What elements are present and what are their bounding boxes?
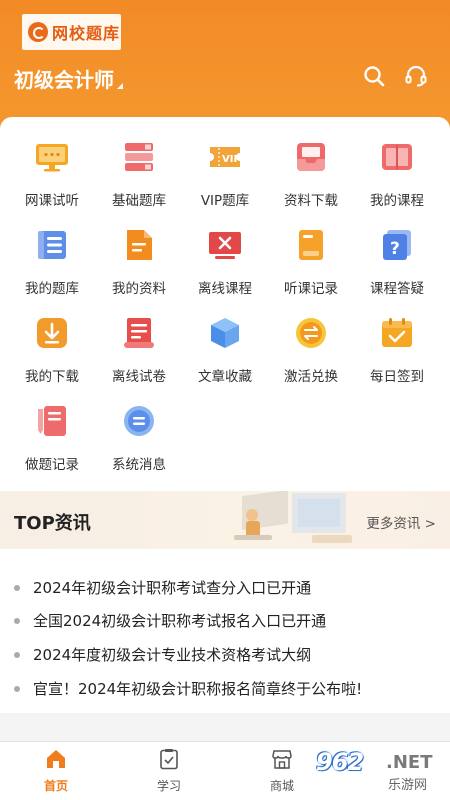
app-logo: 网校题库	[22, 14, 121, 50]
grid-item-label: 我的资料	[112, 281, 166, 297]
tab-label: 商城	[269, 779, 294, 793]
grid-item-label: 离线试卷	[112, 369, 166, 385]
logo-text: 网校题库	[52, 24, 121, 43]
news-list: 2024年初级会计职称考试查分入口已开通 全国2024初级会计职称考试报名入口已…	[0, 549, 450, 713]
tab-study[interactable]: 学习	[139, 748, 199, 794]
grid-item-label: 我的题库	[25, 281, 79, 297]
grid-item-label: 离线课程	[198, 281, 252, 297]
site-watermark: 962 .NET 乐游网	[312, 748, 448, 794]
grid-item-practice-records[interactable]: 做题记录	[9, 403, 95, 483]
reading-illustration	[234, 491, 352, 543]
search-icon[interactable]	[362, 64, 386, 88]
inbox-download-icon	[297, 143, 325, 171]
grid-item-my-courses[interactable]: 我的课程	[354, 139, 440, 219]
grid-item-label: 基础题库	[112, 193, 166, 209]
monitor-icon	[36, 144, 68, 172]
list-book-icon	[38, 231, 66, 259]
grid-item-course-preview[interactable]: 网课试听	[9, 139, 95, 219]
download-icon	[37, 318, 67, 348]
news-more-link[interactable]: 更多资讯 >	[366, 512, 436, 532]
grid-item-label: VIP题库	[200, 193, 250, 209]
watermark-net: .NET	[386, 752, 433, 773]
exam-title: 初级会计师	[14, 68, 114, 92]
headset-icon[interactable]	[404, 64, 428, 88]
grid-item-label: 网课试听	[25, 193, 79, 209]
news-section-title: TOP资讯	[14, 513, 91, 534]
grid-item-label: 我的下载	[25, 369, 79, 385]
grid-item-label: 每日签到	[370, 369, 424, 385]
svg-text:VIP: VIP	[222, 154, 241, 165]
grid-item-material-download[interactable]: 资料下载	[268, 139, 354, 219]
news-item[interactable]: 全国2024初级会计职称考试报名入口已开通	[14, 610, 326, 631]
grid-item-vip-bank[interactable]: VIP VIP题库	[182, 139, 268, 219]
exchange-icon	[296, 318, 326, 348]
grid-item-daily-checkin[interactable]: 每日签到	[354, 315, 440, 395]
home-icon	[47, 750, 65, 768]
watermark-cn: 乐游网	[388, 778, 428, 793]
news-item-title: 2024年初级会计职称考试查分入口已开通	[33, 579, 312, 597]
message-icon	[124, 406, 154, 436]
feature-card: 网课试听 基础题库 VIP VIP题库 资料下载 我的课程 我的题库 我的资料 …	[0, 117, 450, 497]
grid-item-label: 做题记录	[25, 457, 79, 473]
grid-item-my-downloads[interactable]: 我的下载	[9, 315, 95, 395]
vip-ticket-icon: VIP	[210, 147, 241, 167]
paper-scroll-icon	[124, 318, 154, 348]
grid-item-label: 我的课程	[370, 193, 424, 209]
tab-label: 首页	[43, 779, 68, 793]
store-icon	[272, 750, 292, 769]
bullet-dot-icon	[14, 617, 20, 624]
grid-item-my-bank[interactable]: 我的题库	[9, 227, 95, 307]
record-card-icon	[299, 230, 323, 260]
tab-label: 学习	[156, 779, 181, 793]
grid-item-offline-courses[interactable]: 离线课程	[182, 227, 268, 307]
grid-item-label: 文章收藏	[198, 369, 252, 385]
bullet-dot-icon	[14, 584, 20, 591]
svg-text:?: ?	[390, 239, 400, 259]
grid-item-label: 资料下载	[284, 193, 338, 209]
question-icon: ?	[383, 230, 411, 260]
grid-item-course-qa[interactable]: ? 课程答疑	[354, 227, 440, 307]
news-item[interactable]: 2024年度初级会计专业技术资格考试大纲	[14, 644, 311, 665]
study-icon	[160, 749, 178, 770]
watermark-number: 962	[316, 748, 364, 776]
grid-item-offline-papers[interactable]: 离线试卷	[96, 315, 182, 395]
tab-home[interactable]: 首页	[26, 748, 86, 794]
caret-down-icon	[117, 83, 123, 89]
news-item-title: 2024年度初级会计专业技术资格考试大纲	[33, 646, 312, 664]
news-item-title: 全国2024初级会计职称考试报名入口已开通	[33, 612, 327, 630]
grid-item-system-messages[interactable]: 系统消息	[96, 403, 182, 483]
grid-item-label: 系统消息	[112, 457, 166, 473]
grid-item-label: 课程答疑	[370, 281, 424, 297]
tab-store[interactable]: 商城	[252, 748, 312, 794]
news-item-title: 官宣！2024年初级会计职称报名简章终于公布啦!	[33, 680, 363, 698]
news-header: TOP资讯 更多资讯 >	[0, 491, 450, 549]
grid-item-lesson-records[interactable]: 听课记录	[268, 227, 354, 307]
bullet-dot-icon	[14, 651, 20, 658]
grid-item-activation-redeem[interactable]: 激活兑换	[268, 315, 354, 395]
news-item[interactable]: 官宣！2024年初级会计职称报名简章终于公布啦!	[14, 678, 362, 699]
pencil-notes-icon	[38, 406, 66, 436]
grid-item-basic-bank[interactable]: 基础题库	[96, 139, 182, 219]
checkin-icon	[382, 318, 412, 347]
cube-icon	[211, 318, 239, 348]
grid-item-article-favorites[interactable]: 文章收藏	[182, 315, 268, 395]
exam-selector[interactable]: 初级会计师	[14, 64, 123, 93]
open-book-icon	[382, 144, 412, 170]
logo-mark-icon	[28, 22, 48, 42]
book-stack-icon	[125, 143, 153, 171]
offline-screen-icon	[209, 232, 241, 259]
bullet-dot-icon	[14, 685, 20, 692]
grid-item-label: 听课记录	[284, 281, 338, 297]
news-item[interactable]: 2024年初级会计职称考试查分入口已开通	[14, 577, 311, 598]
document-icon	[127, 230, 152, 260]
grid-item-my-materials[interactable]: 我的资料	[96, 227, 182, 307]
grid-item-label: 激活兑换	[284, 369, 338, 385]
